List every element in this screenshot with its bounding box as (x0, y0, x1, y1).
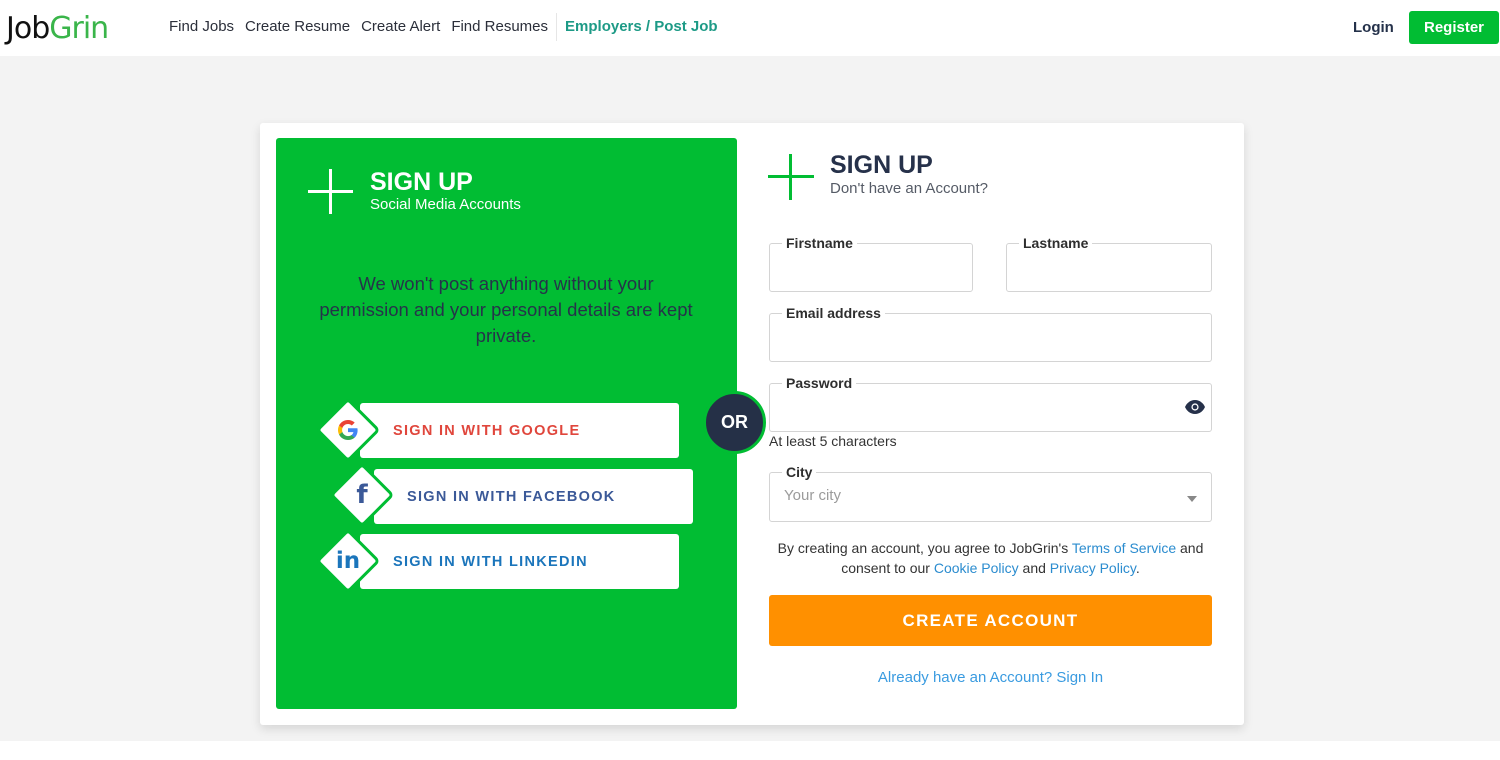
password-label: Password (786, 375, 853, 391)
top-navbar: Job Grin Find Jobs Create Resume Create A… (0, 0, 1500, 56)
create-account-button[interactable]: CREATE ACCOUNT (769, 595, 1212, 646)
form-subtitle: Don't have an Account? (830, 180, 988, 197)
dropdown-caret-icon (1187, 496, 1197, 502)
city-label: City (786, 464, 813, 480)
terms-text: By creating an account, you agree to Job… (777, 540, 1204, 576)
register-button[interactable]: Register (1409, 11, 1499, 44)
cookie-policy-link[interactable]: Cookie Policy (934, 560, 1019, 576)
show-password-eye-icon[interactable] (1185, 400, 1205, 414)
social-panel-subtitle: Social Media Accounts (370, 196, 521, 213)
password-hint: At least 5 characters (769, 433, 897, 449)
main-nav: Find Jobs Create Resume Create Alert Fin… (169, 13, 729, 41)
linkedin-icon: in (335, 548, 361, 574)
jobgrin-logo[interactable]: Job Grin (6, 10, 109, 46)
form-title: SIGN UP (830, 151, 933, 179)
terms-of-service-link[interactable]: Terms of Service (1072, 540, 1176, 556)
nav-divider (556, 13, 558, 41)
nav-find-jobs[interactable]: Find Jobs (169, 18, 234, 41)
google-icon (325, 407, 371, 453)
lastname-label: Lastname (1023, 235, 1089, 251)
plus-icon (768, 154, 814, 200)
password-field: Password (769, 376, 1212, 432)
login-link[interactable]: Login (1353, 19, 1394, 36)
social-signup-panel: SIGN UP Social Media Accounts We won't p… (276, 138, 737, 709)
facebook-icon: f (356, 480, 368, 510)
privacy-policy-link[interactable]: Privacy Policy (1050, 560, 1136, 576)
nav-employers-post-job[interactable]: Employers / Post Job (565, 18, 718, 41)
nav-create-alert[interactable]: Create Alert (361, 18, 440, 41)
plus-icon (308, 169, 353, 214)
email-label: Email address (786, 305, 881, 321)
email-field: Email address (769, 306, 1212, 362)
email-input[interactable] (784, 320, 1197, 354)
firstname-field: Firstname (769, 236, 973, 292)
nav-find-resumes[interactable]: Find Resumes (451, 18, 548, 41)
signup-card: SIGN UP Social Media Accounts We won't p… (260, 123, 1244, 725)
linkedin-signin-button[interactable]: SIGN IN WITH LINKEDIN (360, 534, 679, 589)
privacy-message: We won't post anything without your perm… (319, 273, 693, 346)
lastname-input[interactable] (1021, 250, 1197, 284)
password-input[interactable] (784, 390, 1156, 424)
nav-create-resume[interactable]: Create Resume (245, 18, 350, 41)
sign-in-link[interactable]: Already have an Account? Sign In (769, 669, 1212, 686)
city-select[interactable]: City Your city (769, 465, 1212, 522)
facebook-signin-button[interactable]: SIGN IN WITH FACEBOOK (374, 469, 693, 524)
or-divider-badge: OR (703, 391, 766, 454)
google-signin-button[interactable]: SIGN IN WITH GOOGLE (360, 403, 679, 458)
firstname-input[interactable] (784, 250, 958, 284)
lastname-field: Lastname (1006, 236, 1212, 292)
social-panel-title: SIGN UP (370, 168, 473, 196)
firstname-label: Firstname (786, 235, 853, 251)
city-placeholder: Your city (784, 487, 841, 504)
